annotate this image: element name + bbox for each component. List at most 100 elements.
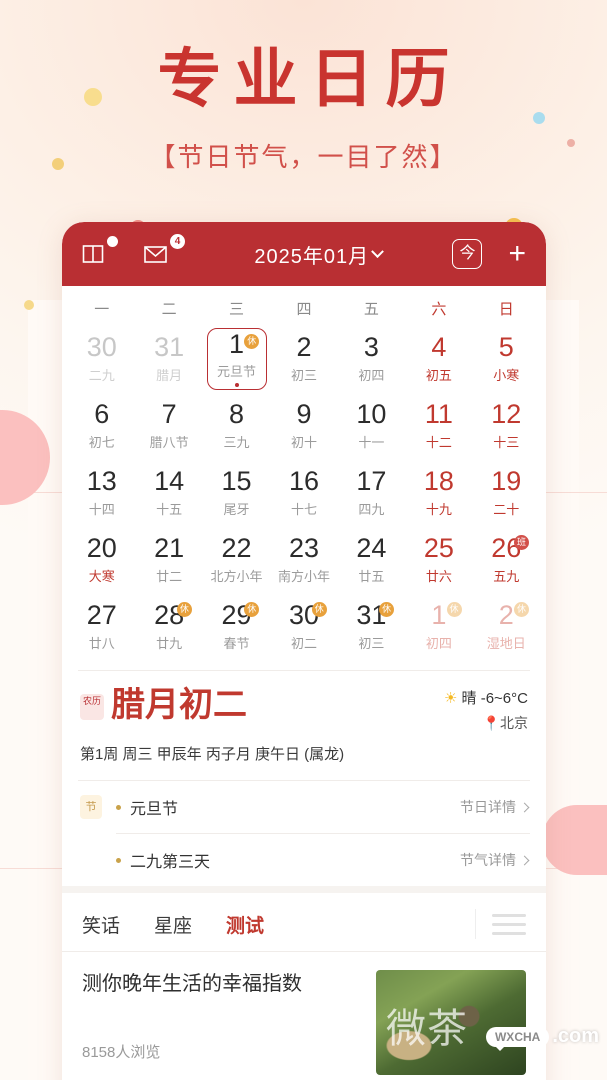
thumbnail-watermark: 微茶 xyxy=(386,1006,468,1052)
almanac-button[interactable] xyxy=(82,236,122,271)
city-text: 北京 xyxy=(500,715,528,731)
feed-item[interactable]: 测你晚年生活的幸福指数 8158人浏览 微茶 xyxy=(62,952,546,1075)
calendar-day-cell[interactable]: 5 小寒 xyxy=(473,325,540,392)
calendar-day-cell[interactable]: 20 大寒 xyxy=(68,526,135,593)
day-lunar-label: 初五 xyxy=(425,367,452,383)
add-event-button[interactable]: + xyxy=(508,239,526,269)
calendar-day-cell[interactable]: 28 廿九休 xyxy=(135,593,202,660)
mail-badge-count: 4 xyxy=(170,234,185,249)
calendar-day-cell[interactable]: 16 十七 xyxy=(270,459,337,526)
day-lunar-label: 初三 xyxy=(290,367,317,383)
mail-button[interactable]: 4 xyxy=(144,234,185,271)
day-number: 11 xyxy=(424,399,453,430)
book-icon xyxy=(82,245,104,263)
calendar-day-cell[interactable]: 3 初四 xyxy=(338,325,405,392)
calendar-day-cell[interactable]: 24 廿五 xyxy=(338,526,405,593)
calendar-day-cell[interactable]: 31 腊月 xyxy=(135,325,202,392)
festival-tag: 节 xyxy=(80,795,102,819)
calendar-day-cell[interactable]: 21 廿二 xyxy=(135,526,202,593)
calendar-day-cell[interactable]: 19 二十 xyxy=(473,459,540,526)
calendar-day-cell[interactable]: 13 十四 xyxy=(68,459,135,526)
day-number: 18 xyxy=(423,466,454,497)
tab-item[interactable]: 笑话 xyxy=(82,911,120,938)
calendar-day-cell[interactable]: 2 湿地日 休 xyxy=(473,593,540,660)
day-number: 2 xyxy=(498,600,514,631)
rest-day-badge: 休 xyxy=(514,602,529,617)
calendar-day-cell[interactable]: 1 元旦节休 xyxy=(203,325,270,392)
day-number: 10 xyxy=(356,399,387,430)
day-content: 11 十二 xyxy=(425,400,453,450)
day-content: 27 廿八 xyxy=(87,601,117,651)
calendar-day-cell[interactable]: 22 北方小年 xyxy=(203,526,270,593)
calendar-day-cell[interactable]: 12 十三 xyxy=(473,392,540,459)
day-lunar-label: 南方小年 xyxy=(277,568,330,584)
calendar-day-cell[interactable]: 2 初三 xyxy=(270,325,337,392)
day-number: 15 xyxy=(221,466,252,497)
calendar-grid[interactable]: 30 二九 31 腊月 1 元旦节休 2 初三 3 初四 4 初五 5 小寒 6 初七 7 腊八节 8 三九 9 初十 10… xyxy=(62,325,546,670)
calendar-day-cell[interactable]: 10 十一 xyxy=(338,392,405,459)
menu-icon[interactable] xyxy=(492,913,526,935)
month-selector[interactable]: 2025年01月 xyxy=(184,240,452,269)
month-label: 2025年01月 xyxy=(254,245,370,268)
day-number: 4 xyxy=(431,332,447,363)
today-button[interactable]: 今 xyxy=(452,239,483,269)
feed-text: 测你晚年生活的幸福指数 8158人浏览 xyxy=(82,970,376,1075)
calendar-day-cell[interactable]: 8 三九 xyxy=(203,392,270,459)
day-content: 12 十三 xyxy=(491,400,521,450)
day-content: 31 腊月 xyxy=(154,333,184,383)
calendar-day-cell[interactable]: 25 廿六 xyxy=(405,526,472,593)
feed-thumbnail[interactable]: 微茶 xyxy=(376,970,526,1075)
festival-row[interactable]: 二九第三天 节气详情 xyxy=(62,834,546,886)
bullet-icon xyxy=(116,857,121,863)
day-number: 8 xyxy=(229,399,245,430)
calendar-day-cell[interactable]: 29 春节休 xyxy=(203,593,270,660)
calendar-day-cell[interactable]: 17 四九 xyxy=(338,459,405,526)
decor-blob-right xyxy=(542,805,607,875)
day-content: 2 初三 xyxy=(291,333,317,383)
calendar-day-cell[interactable]: 14 十五 xyxy=(135,459,202,526)
weekday-header: 一二三四五六日 xyxy=(62,286,546,325)
festival-list: 节 元旦节 节日详情 二九第三天 节气详情 xyxy=(62,781,546,886)
calendar-day-cell[interactable]: 30 初二休 xyxy=(270,593,337,660)
calendar-day-cell[interactable]: 15 尾牙 xyxy=(203,459,270,526)
calendar-day-cell[interactable]: 4 初五 xyxy=(405,325,472,392)
festival-detail-link[interactable]: 节日详情 xyxy=(460,797,530,817)
day-lunar-label: 北方小年 xyxy=(210,568,263,584)
calendar-day-cell[interactable]: 18 十九 xyxy=(405,459,472,526)
rest-day-badge: 休 xyxy=(176,602,192,617)
weather-widget[interactable]: ☀ 晴 -6~6°C 📍北京 xyxy=(444,687,528,733)
tab-item[interactable]: 星座 xyxy=(154,911,192,938)
calendar-day-cell[interactable]: 1 初四 休 xyxy=(405,593,472,660)
day-number: 22 xyxy=(221,533,252,564)
page-watermark: WXCHA .com xyxy=(485,1025,599,1051)
tab-active[interactable]: 测试 xyxy=(226,911,264,938)
festival-row[interactable]: 节 元旦节 节日详情 xyxy=(62,781,546,833)
day-lunar-label: 初四 xyxy=(358,367,385,383)
day-content: 7 腊八节 xyxy=(150,400,189,450)
day-lunar-label: 二十 xyxy=(493,501,520,517)
calendar-day-cell[interactable]: 30 二九 xyxy=(68,325,135,392)
calendar-day-cell[interactable]: 11 十二 xyxy=(405,392,472,459)
rest-day-badge: 休 xyxy=(244,602,260,617)
day-number: 14 xyxy=(154,466,185,497)
day-lunar-label: 十二 xyxy=(425,434,452,450)
day-lunar-label: 初十 xyxy=(290,434,317,450)
calendar-day-cell[interactable]: 9 初十 xyxy=(270,392,337,459)
calendar-day-cell[interactable]: 31 初三休 xyxy=(338,593,405,660)
calendar-day-cell[interactable]: 26 五九班 xyxy=(473,526,540,593)
calendar-day-cell[interactable]: 6 初七 xyxy=(68,392,135,459)
day-content: 17 四九 xyxy=(356,467,386,517)
watermark-badge: WXCHA xyxy=(485,1026,550,1051)
calendar-day-cell[interactable]: 27 廿八 xyxy=(68,593,135,660)
day-lunar-label: 大寒 xyxy=(88,568,115,584)
bullet-icon xyxy=(116,804,121,810)
calendar-day-cell[interactable]: 23 南方小年 xyxy=(270,526,337,593)
rest-day-badge: 休 xyxy=(311,602,327,617)
calendar-day-cell[interactable]: 7 腊八节 xyxy=(135,392,202,459)
festival-detail-link[interactable]: 节气详情 xyxy=(460,850,530,870)
day-content: 21 廿二 xyxy=(154,534,184,584)
chevron-down-icon xyxy=(371,244,384,258)
day-content: 4 初五 xyxy=(426,333,452,383)
day-number: 30 xyxy=(86,332,117,363)
content-tabbar[interactable]: 笑话 星座 测试 xyxy=(62,893,546,951)
